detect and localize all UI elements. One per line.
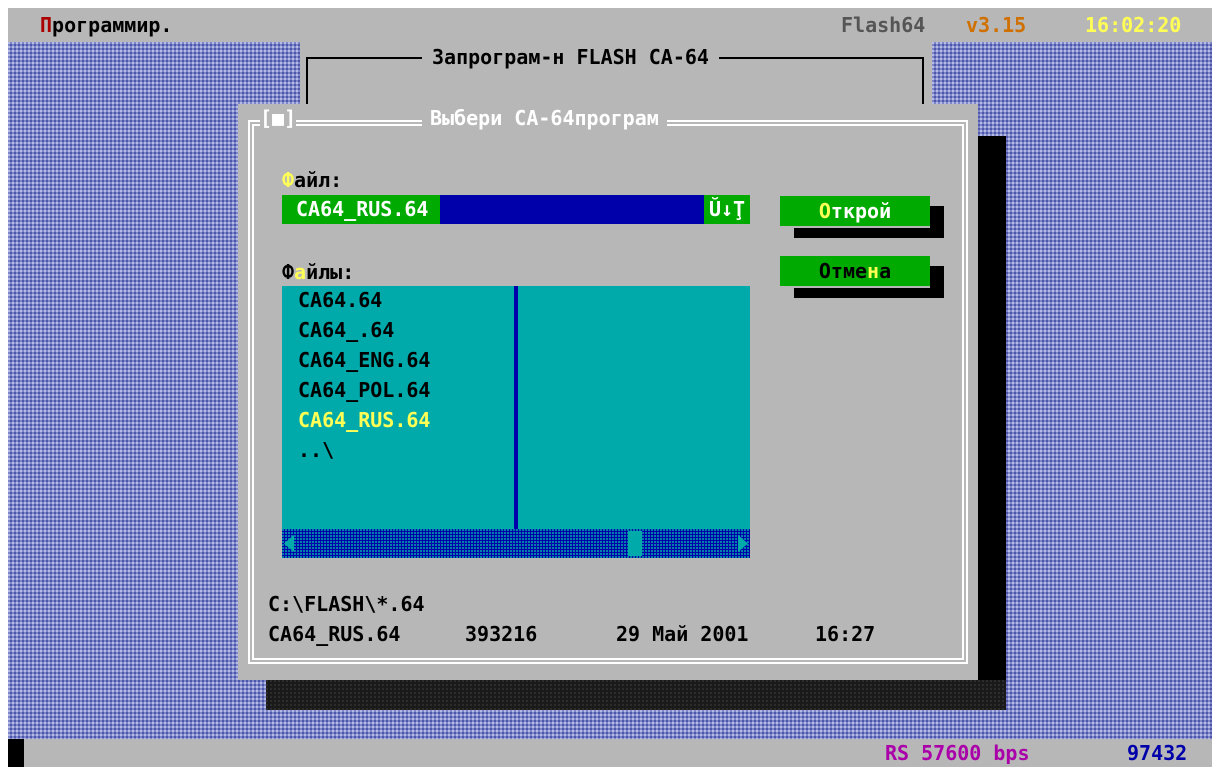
cancel-button-hotkey: н	[867, 259, 880, 283]
file-label-hotkey: Ф	[282, 168, 295, 192]
file-name-value[interactable]: CA64_RUS.64	[282, 195, 441, 224]
cancel-button-label-end: а	[879, 259, 892, 283]
file-info-time: 16:27	[815, 622, 876, 646]
file-label: Файл:	[282, 170, 342, 190]
list-item[interactable]: CA64_ENG.64	[298, 350, 430, 370]
files-label: Файлы:	[282, 262, 354, 282]
menu-bar: Программир. Flash64 v3.15 16:02:20	[8, 8, 1212, 42]
clock: 16:02:20	[1085, 13, 1182, 37]
current-path: C:\FLASH\*.64	[268, 592, 425, 616]
dialog-shadow-bottom	[266, 680, 1006, 710]
dialog-shadow-right	[978, 136, 1006, 692]
open-button-hotkey: О	[818, 199, 831, 223]
open-button-shadow-bottom	[794, 228, 944, 238]
open-button[interactable]: Открой	[780, 196, 930, 226]
dialog-title: Выбери CA-64програм	[422, 108, 667, 128]
history-dropdown-button[interactable]: Ŭ↓Ţ	[704, 195, 750, 224]
scroll-left-arrow-icon[interactable]	[282, 529, 296, 558]
files-label-start: Ф	[282, 260, 295, 284]
scroll-right-arrow-icon[interactable]	[736, 529, 750, 558]
menu-programmir-hotkey: П	[40, 13, 53, 37]
file-label-text: айл:	[294, 168, 343, 192]
list-item[interactable]: CA64_.64	[298, 320, 394, 340]
horizontal-scrollbar[interactable]	[282, 529, 750, 558]
status-bar: RS 57600 bps 97432	[8, 739, 1212, 767]
history-icon: Ŭ↓Ţ	[708, 197, 746, 221]
outer-dialog-title: Запрограм-н FLASH CA-64	[422, 47, 719, 67]
menu-programmir-label: рограммир.	[52, 13, 173, 37]
scrollbar-thumb[interactable]	[628, 531, 642, 556]
menu-programmir[interactable]: Программир.	[40, 15, 172, 35]
file-info-name: CA64_RUS.64	[268, 622, 401, 646]
cancel-button[interactable]: Отмена	[780, 256, 930, 286]
list-item[interactable]: CA64.64	[298, 290, 382, 310]
close-button[interactable]: [■]	[260, 106, 297, 130]
file-list-column-divider	[514, 286, 518, 529]
byte-counter: 97432	[1127, 741, 1188, 765]
files-label-end: йлы:	[306, 260, 355, 284]
close-icon: [■]	[260, 106, 297, 130]
file-info-size: 393216	[465, 622, 538, 646]
cancel-button-label-start: Отме	[818, 259, 868, 283]
app-version: v3.15	[966, 13, 1027, 37]
status-bar-left-block	[8, 739, 24, 767]
open-button-label: ткрой	[830, 199, 892, 223]
baud-rate: RS 57600 bps	[885, 741, 1030, 765]
app-name: Flash64	[841, 13, 926, 37]
cancel-button-shadow-bottom	[794, 288, 944, 298]
list-item-parent-dir[interactable]: ..\	[298, 440, 334, 460]
file-info-date: 29 Май 2001	[616, 622, 749, 646]
list-item[interactable]: CA64_POL.64	[298, 380, 430, 400]
files-label-hotkey: а	[294, 260, 307, 284]
list-item-selected[interactable]: CA64_RUS.64	[298, 410, 430, 430]
